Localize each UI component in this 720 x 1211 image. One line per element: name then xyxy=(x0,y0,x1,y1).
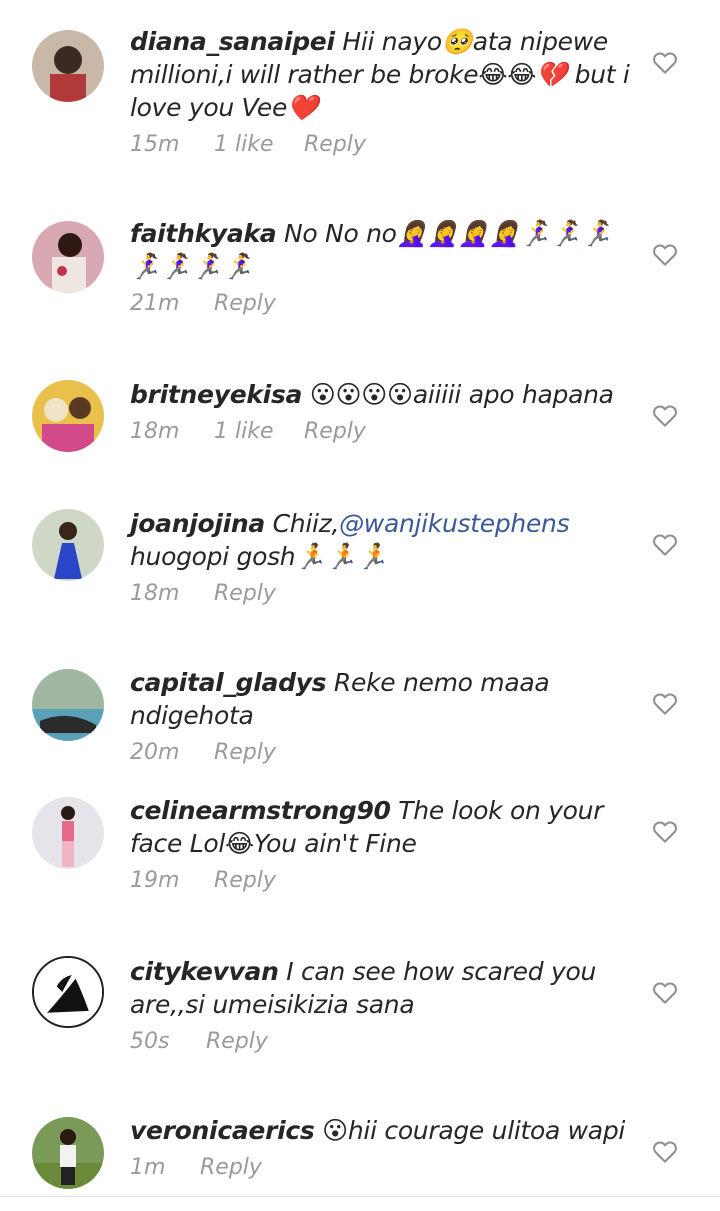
heart-outline-icon[interactable] xyxy=(650,239,680,269)
comment-username[interactable]: joanjojina xyxy=(130,509,265,538)
comment-username[interactable]: faithkyaka xyxy=(130,219,277,248)
comment-body-start: Chiiz, xyxy=(272,509,340,538)
reply-button[interactable]: Reply xyxy=(304,419,366,444)
comment-likes[interactable]: 1 like xyxy=(214,132,304,157)
comment-text: capital_gladys Reke nemo maaa ndigehota xyxy=(130,666,630,732)
heart-outline-icon[interactable] xyxy=(650,688,680,718)
avatar[interactable] xyxy=(32,669,104,741)
comment-time: 50s xyxy=(130,1029,170,1054)
comment-text: citykevvan I can see how scared you are,… xyxy=(130,955,630,1021)
avatar[interactable] xyxy=(32,30,104,102)
avatar[interactable] xyxy=(32,1117,104,1189)
reply-button[interactable]: Reply xyxy=(214,291,276,316)
avatar[interactable] xyxy=(32,221,104,293)
heart-outline-icon[interactable] xyxy=(650,1136,680,1166)
comment-text: celinearmstrong90 The look on your face … xyxy=(130,794,630,860)
comment-text: britneyekisa 😮😮😮😮aiiiii apo hapana xyxy=(130,378,630,411)
avatar[interactable] xyxy=(32,956,104,1028)
comment-likes[interactable]: 1 like xyxy=(214,419,304,444)
reply-button[interactable]: Reply xyxy=(214,581,276,606)
heart-outline-icon[interactable] xyxy=(650,47,680,77)
comment-time: 18m xyxy=(130,581,180,606)
comment-time: 18m xyxy=(130,419,180,444)
comment-username[interactable]: britneyekisa xyxy=(130,380,302,409)
reply-button[interactable]: Reply xyxy=(214,740,276,765)
reply-button[interactable]: Reply xyxy=(304,132,366,157)
comment-username[interactable]: capital_gladys xyxy=(130,668,327,697)
mention-link[interactable]: @wanjikustephens xyxy=(339,509,570,538)
comment-username[interactable]: citykevvan xyxy=(130,957,279,986)
comment-time: 1m xyxy=(130,1155,166,1180)
comment-text: diana_sanaipei Hii nayo🥺ata nipewe milli… xyxy=(130,25,630,124)
comment-username[interactable]: diana_sanaipei xyxy=(130,27,335,56)
reply-button[interactable]: Reply xyxy=(214,868,276,893)
comment-body: 😮😮😮😮aiiiii apo hapana xyxy=(309,380,614,409)
heart-outline-icon[interactable] xyxy=(650,529,680,559)
comment-username[interactable]: celinearmstrong90 xyxy=(130,796,391,825)
divider xyxy=(0,1196,720,1197)
avatar[interactable] xyxy=(32,509,104,581)
heart-outline-icon[interactable] xyxy=(650,400,680,430)
comment-time: 15m xyxy=(130,132,180,157)
comment-body-end: huogopi gosh🏃🏃🏃 xyxy=(130,542,388,571)
heart-outline-icon[interactable] xyxy=(650,816,680,846)
avatar[interactable] xyxy=(32,380,104,452)
comment-body: 😮hii courage ulitoa wapi xyxy=(322,1116,626,1145)
comment-text: joanjojina Chiiz,@wanjikustephens huogop… xyxy=(130,507,630,573)
reply-button[interactable]: Reply xyxy=(200,1155,262,1180)
comment-username[interactable]: veronicaerics xyxy=(130,1116,315,1145)
comments-list: diana_sanaipei Hii nayo🥺ata nipewe milli… xyxy=(0,0,720,1211)
comment-time: 21m xyxy=(130,291,180,316)
avatar[interactable] xyxy=(32,797,104,869)
comment-time: 19m xyxy=(130,868,180,893)
reply-button[interactable]: Reply xyxy=(206,1029,268,1054)
comment-text: veronicaerics 😮hii courage ulitoa wapi xyxy=(130,1114,630,1147)
comment-time: 20m xyxy=(130,740,180,765)
heart-outline-icon[interactable] xyxy=(650,977,680,1007)
comment-text: faithkyaka No No no🤦‍♀️🤦‍♀️🤦‍♀️🤦‍♀️🏃‍♀️🏃… xyxy=(130,217,630,283)
